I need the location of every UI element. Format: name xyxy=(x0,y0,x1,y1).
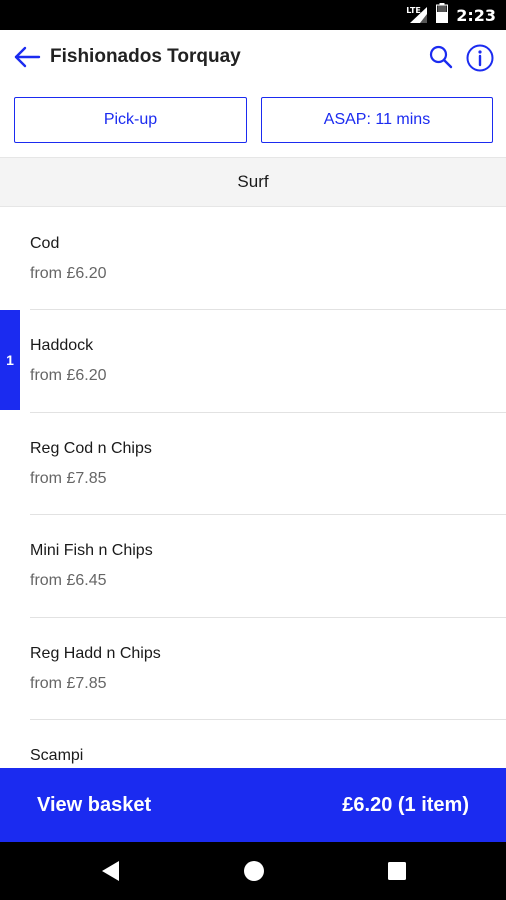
pickup-button[interactable]: Pick-up xyxy=(14,97,247,143)
info-icon xyxy=(466,44,494,72)
status-time: 2:23 xyxy=(456,5,496,25)
menu-item[interactable]: 1 Haddock from £6.20 xyxy=(0,310,506,413)
menu-item-price: from £7.85 xyxy=(30,674,107,692)
menu-item-price: from £6.45 xyxy=(30,572,107,590)
battery-icon xyxy=(436,2,449,28)
status-icons: LTE 2:23 xyxy=(406,0,496,30)
info-button[interactable] xyxy=(462,40,498,76)
menu-item-price: from £6.20 xyxy=(30,265,107,282)
lte-signal-icon: LTE xyxy=(406,6,428,24)
navigation-bar xyxy=(0,842,506,900)
lte-label: LTE xyxy=(406,6,421,15)
menu-item-name: Mini Fish n Chips xyxy=(30,542,153,560)
menu-item-content: Mini Fish n Chips from £6.45 xyxy=(30,515,506,618)
order-options: Pick-up ASAP: 11 mins xyxy=(14,97,494,143)
menu-item[interactable]: Reg Cod n Chips from £7.85 xyxy=(0,413,506,516)
view-basket-button[interactable]: View basket £6.20 (1 item) xyxy=(0,768,506,842)
search-icon xyxy=(429,45,453,69)
basket-label: View basket xyxy=(37,794,152,816)
square-recents-icon xyxy=(388,862,406,880)
search-button[interactable] xyxy=(424,40,458,74)
menu-item-content: Cod from £6.20 xyxy=(30,208,506,311)
menu-item-content: Scampi xyxy=(30,720,506,768)
nav-home-button[interactable] xyxy=(239,856,269,886)
triangle-back-icon xyxy=(102,861,119,881)
page-title: Fishionados Torquay xyxy=(50,46,241,67)
menu-item-price: from £6.20 xyxy=(30,367,107,385)
section-title: Surf xyxy=(237,172,269,191)
menu-item-price: from £7.85 xyxy=(30,469,107,487)
menu-item-name: Reg Hadd n Chips xyxy=(30,644,161,662)
menu-item[interactable]: Scampi xyxy=(0,720,506,768)
menu-item-name: Cod xyxy=(30,235,60,252)
menu-item-name: Reg Cod n Chips xyxy=(30,439,152,457)
menu-item-name: Haddock xyxy=(30,337,94,355)
delivery-time-button[interactable]: ASAP: 11 mins xyxy=(261,97,493,143)
status-bar: LTE 2:23 xyxy=(0,0,506,30)
menu-item-content: Reg Cod n Chips from £7.85 xyxy=(30,413,506,516)
menu-item[interactable]: Mini Fish n Chips from £6.45 xyxy=(0,515,506,618)
menu-list[interactable]: Cod from £6.20 1 Haddock from £6.20 Reg … xyxy=(0,208,506,768)
arrow-left-icon xyxy=(14,46,41,68)
circle-home-icon xyxy=(244,861,264,881)
menu-item-content: Haddock from £6.20 xyxy=(30,310,506,413)
quantity-badge: 1 xyxy=(0,310,20,411)
app-header: Fishionados Torquay xyxy=(0,30,506,84)
section-header: Surf xyxy=(0,157,506,207)
menu-item[interactable]: Cod from £6.20 xyxy=(0,208,506,311)
nav-recents-button[interactable] xyxy=(382,856,412,886)
menu-item-name: Scampi xyxy=(30,746,84,764)
basket-total: £6.20 (1 item) xyxy=(342,794,469,816)
menu-item[interactable]: Reg Hadd n Chips from £7.85 xyxy=(0,618,506,720)
menu-item-content: Reg Hadd n Chips from £7.85 xyxy=(30,618,506,720)
nav-back-button[interactable] xyxy=(96,856,126,886)
back-button[interactable] xyxy=(10,40,44,74)
